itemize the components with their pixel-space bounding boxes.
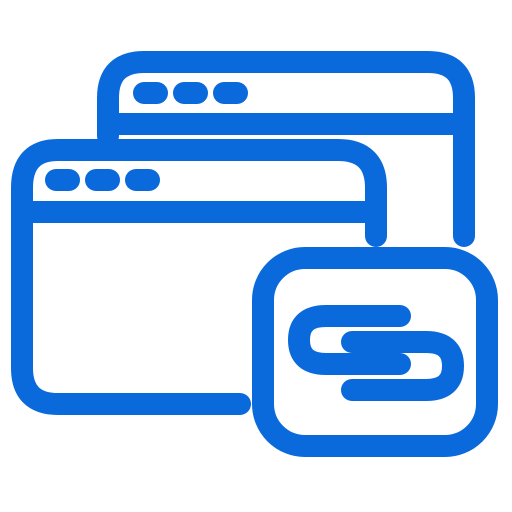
link-badge-icon (252, 247, 498, 457)
linked-browser-windows-icon (11, 51, 498, 457)
